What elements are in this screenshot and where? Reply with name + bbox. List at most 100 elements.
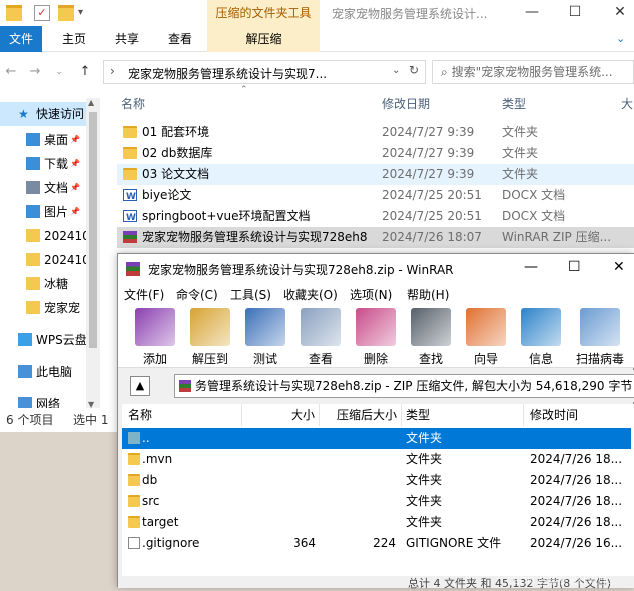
file-type: WinRAR ZIP 压缩...	[502, 230, 612, 244]
nav-item[interactable]: 宠家宠	[0, 296, 100, 320]
column-header-name[interactable]: 名称	[121, 95, 145, 112]
nav-item[interactable]: 202410	[0, 224, 100, 248]
menu-help[interactable]: 帮助(H)	[407, 286, 449, 303]
file-row[interactable]: springboot+vue环境配置文档 2024/7/25 20:51 DOCX …	[117, 206, 634, 229]
picture-icon	[26, 205, 40, 218]
address-bar[interactable]: › 宠家宠物服务管理系统设计与实现7... ⌄ ↻	[103, 60, 426, 84]
nav-item-label: WPS云盘	[36, 333, 87, 347]
nav-item-label: 桌面	[44, 133, 69, 147]
status-bar: 6 个项目 选中 1	[0, 408, 117, 432]
star-icon: ★	[18, 107, 29, 121]
breadcrumb-chevron-icon: ›	[110, 64, 115, 78]
archive-row[interactable]: .mvn 文件夹 2024/7/26 18...	[122, 449, 631, 470]
menu-file[interactable]: 文件(F)	[124, 286, 164, 303]
tab-share[interactable]: 共享	[105, 26, 149, 52]
toolbar-button-test[interactable]: 测试	[240, 308, 290, 366]
minimize-icon[interactable]: —	[512, 0, 552, 26]
docx-icon	[123, 187, 137, 208]
toolbar-button-view[interactable]: 查看	[296, 308, 346, 366]
winrar-path-row: ▲ 务管理系统设计与实现728eh8.zip - ZIP 压缩文件, 解包大小为…	[118, 370, 634, 402]
column-header-date[interactable]: 修改日期	[382, 95, 430, 112]
chevron-down-icon[interactable]: ⌄	[616, 32, 625, 45]
nav-item[interactable]: 文档 📌	[0, 176, 100, 200]
file-row[interactable]: 02 db数据库 2024/7/27 9:39 文件夹	[117, 143, 634, 164]
column-header-name[interactable]: 名称	[122, 404, 242, 426]
chevron-down-icon[interactable]: ⌄	[392, 65, 400, 76]
zip-icon	[179, 380, 191, 392]
find-icon	[411, 308, 451, 346]
search-icon: ⌕	[441, 65, 448, 79]
nav-item[interactable]: 图片 📌	[0, 200, 100, 224]
download-icon	[26, 157, 40, 170]
tab-view[interactable]: 查看	[158, 26, 202, 52]
search-input[interactable]: ⌕ 搜索"宠家宠物服务管理系统...	[432, 60, 634, 84]
column-header-modified[interactable]: 修改时间	[524, 404, 631, 426]
nav-item[interactable]: WPS云盘	[0, 328, 100, 352]
archive-modified: 2024/7/26 18...	[530, 494, 623, 508]
archive-row[interactable]: src 文件夹 2024/7/26 18...	[122, 491, 631, 512]
file-row[interactable]: biye论文 2024/7/25 20:51 DOCX 文档	[117, 185, 634, 208]
nav-item[interactable]: 此电脑	[0, 360, 100, 384]
archive-row[interactable]: .gitignore 364 224 GITIGNORE 文件 2024/7/26 16…	[122, 533, 631, 554]
toolbar-button-extract[interactable]: 解压到	[185, 308, 235, 366]
address-row: ← → ⌄ ↑ › 宠家宠物服务管理系统设计与实现7... ⌄ ↻ ⌕ 搜索"宠…	[0, 58, 634, 86]
archive-path-box[interactable]: 务管理系统设计与实现728eh8.zip - ZIP 压缩文件, 解包大小为 5…	[174, 374, 634, 398]
tab-file[interactable]: 文件	[0, 26, 42, 52]
toolbar-button-delete[interactable]: 删除	[351, 308, 401, 366]
archive-row[interactable]: db 文件夹 2024/7/26 18...	[122, 470, 631, 491]
menu-options[interactable]: 选项(N)	[350, 286, 392, 303]
toolbar-button-add[interactable]: 添加	[130, 308, 180, 366]
nav-item-label: 202410	[44, 253, 90, 267]
nav-item[interactable]: ★ 快速访问	[0, 102, 100, 126]
recent-dropdown-icon[interactable]: ⌄	[50, 62, 68, 82]
close-icon[interactable]: ✕	[613, 259, 625, 275]
archive-row[interactable]: target 文件夹 2024/7/26 18...	[122, 512, 631, 533]
docx-icon	[123, 208, 137, 229]
computer-icon	[18, 365, 32, 378]
toolbar-button-wizard[interactable]: 向导	[461, 308, 511, 366]
toolbar-button-scan-virus[interactable]: 扫描病毒	[575, 308, 625, 366]
refresh-icon[interactable]: ↻	[409, 63, 419, 77]
nav-item[interactable]: 下载 📌	[0, 152, 100, 176]
pin-icon: 📌	[70, 207, 80, 216]
file-row[interactable]: 01 配套环境 2024/7/27 9:39 文件夹	[117, 122, 634, 143]
menu-commands[interactable]: 命令(C)	[176, 286, 218, 303]
menu-tools[interactable]: 工具(S)	[230, 286, 271, 303]
nav-item[interactable]: 桌面 📌	[0, 128, 100, 152]
folder-icon	[128, 474, 140, 486]
up-folder-icon[interactable]: ▲	[130, 376, 150, 396]
chevron-down-icon[interactable]: ▾	[78, 5, 94, 21]
file-row[interactable]: 03 论文文档 2024/7/27 9:39 文件夹	[117, 164, 634, 185]
column-header-size[interactable]: 大	[621, 95, 633, 112]
scroll-up-icon[interactable]: ▲	[88, 98, 94, 107]
nav-scrollbar[interactable]	[86, 98, 100, 410]
properties-icon[interactable]: ✓	[34, 5, 50, 21]
tab-home[interactable]: 主页	[52, 26, 96, 52]
tab-extract[interactable]: 解压缩	[207, 26, 320, 52]
maximize-icon[interactable]: ☐	[568, 259, 581, 275]
column-header-type[interactable]: 类型	[502, 95, 526, 112]
nav-item[interactable]: 冰糖	[0, 272, 100, 296]
toolbar-button-info[interactable]: 信息	[516, 308, 566, 366]
extract-icon	[190, 308, 230, 346]
menu-favorites[interactable]: 收藏夹(O)	[283, 286, 338, 303]
folder-icon[interactable]	[6, 5, 22, 21]
new-folder-icon[interactable]	[58, 5, 74, 21]
column-header-type[interactable]: 类型	[402, 404, 524, 426]
column-header-size[interactable]: 大小	[242, 404, 320, 426]
toolbar-button-find[interactable]: 查找	[406, 308, 456, 366]
up-icon[interactable]: ↑	[76, 62, 94, 82]
close-icon[interactable]: ✕	[600, 0, 634, 26]
archive-modified: 2024/7/26 18...	[530, 473, 623, 487]
scrollbar-thumb[interactable]	[89, 112, 97, 348]
archive-row[interactable]: .. 文件夹	[122, 428, 631, 449]
nav-item[interactable]: 202410	[0, 248, 100, 272]
maximize-icon[interactable]: ☐	[555, 0, 595, 26]
minimize-icon[interactable]: —	[524, 259, 538, 275]
file-name: biye论文	[142, 188, 192, 202]
column-header-packed[interactable]: 压缩后大小	[320, 404, 402, 426]
file-row[interactable]: 宠家宠物服务管理系统设计与实现728eh8 2024/7/26 18:07 WinR…	[117, 227, 634, 248]
forward-icon[interactable]: →	[26, 62, 44, 82]
back-icon[interactable]: ←	[2, 62, 20, 82]
archive-type: 文件夹	[406, 452, 443, 466]
